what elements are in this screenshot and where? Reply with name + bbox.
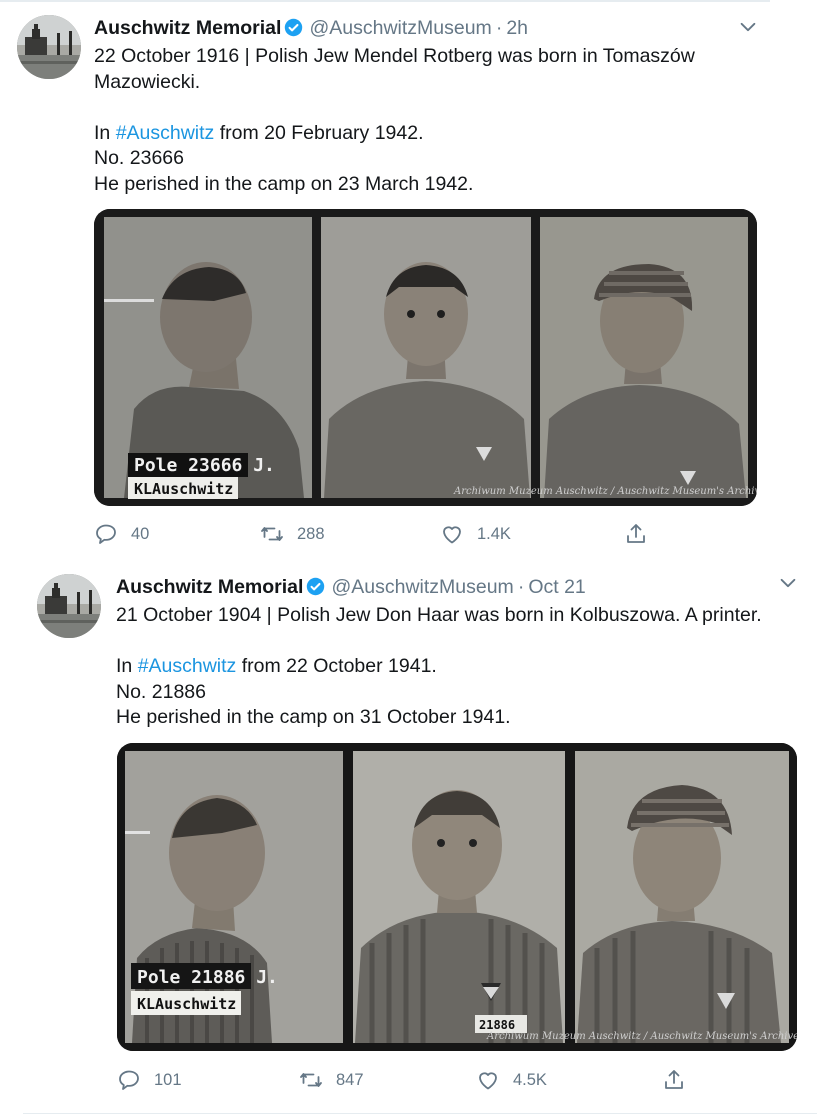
sign-top-text: Pole 23666 J. [134, 455, 275, 476]
uniform-number-tag: 21886 [479, 1018, 515, 1032]
sign-top-text: Pole 21886 J. [137, 967, 278, 988]
retweet-icon [261, 527, 283, 541]
share-button[interactable] [662, 1066, 686, 1094]
retweet-count: 288 [297, 524, 325, 543]
retweet-count: 847 [336, 1070, 364, 1089]
like-button[interactable]: 1.4K [440, 520, 511, 548]
like-button[interactable]: 4.5K [476, 1066, 547, 1094]
sign-bottom-text: KLAuschwitz [134, 480, 233, 498]
author-handle[interactable]: @AuschwitzMuseum [331, 576, 513, 598]
reply-button[interactable]: 101 [117, 1066, 182, 1094]
prisoner-number: No. 21886 [116, 680, 206, 703]
in-suffix: from 22 October 1941. [236, 655, 437, 677]
divider [0, 0, 770, 2]
in-prefix: In [94, 121, 116, 144]
tweet-text: 22 October 1916 | Polish Jew Mendel Rotb… [94, 44, 734, 197]
in-prefix: In [116, 655, 138, 677]
tweet-text-line: 21 October 1904 | Polish Jew Don Haar wa… [116, 604, 762, 626]
avatar[interactable] [37, 574, 101, 638]
photo-watermark: Archiwum Muzeum Auschwitz / Auschwitz Mu… [486, 1031, 797, 1042]
tweet[interactable]: Auschwitz Memorial @AuschwitzMuseum · 2h 22… [0, 0, 770, 558]
chevron-down-icon[interactable] [737, 16, 759, 38]
reply-count: 40 [131, 524, 150, 543]
hashtag-link[interactable]: #Auschwitz [138, 655, 237, 677]
perished-line: He perished in the camp on 23 March 1942… [94, 172, 474, 195]
tweet-text-line: 22 October 1916 | Polish Jew Mendel Rotb… [94, 45, 695, 93]
tweet-header: Auschwitz Memorial @AuschwitzMuseum · Oct 2… [116, 574, 586, 600]
tweet-header: Auschwitz Memorial @AuschwitzMuseum · 2h [94, 15, 528, 41]
verified-badge-icon [285, 18, 303, 37]
tweet[interactable]: Auschwitz Memorial @AuschwitzMuseum · Oct 2… [23, 560, 817, 1114]
chevron-down-icon[interactable] [777, 572, 799, 594]
separator: · [495, 17, 503, 39]
prisoner-number: No. 23666 [94, 147, 184, 169]
tweet-photo[interactable]: Pole 21886 J. KLAuschwitz 21886 Archiwum… [117, 743, 797, 1051]
photo-watermark: Archiwum Muzeum Auschwitz / Auschwitz Mu… [453, 486, 757, 497]
retweet-button[interactable]: 288 [260, 520, 325, 548]
verified-badge-icon [307, 577, 325, 596]
tweet-photo[interactable]: Pole 23666 J. KLAuschwitz Archiwum Muzeu… [94, 209, 757, 506]
author-handle[interactable]: @AuschwitzMuseum [309, 17, 491, 39]
in-suffix: from 20 February 1942. [214, 121, 424, 144]
sign-bottom-text: KLAuschwitz [137, 995, 236, 1013]
tweet-actions: 101 847 4.5K [117, 1066, 777, 1094]
reply-icon [96, 524, 116, 544]
reply-button[interactable]: 40 [94, 520, 149, 548]
share-icon [665, 1070, 683, 1089]
retweet-button[interactable]: 847 [299, 1066, 364, 1094]
retweet-icon [300, 1073, 322, 1087]
like-count: 1.4K [477, 524, 511, 543]
heart-icon [443, 526, 461, 544]
reply-count: 101 [154, 1070, 182, 1089]
avatar[interactable] [17, 15, 81, 79]
heart-icon [479, 1072, 497, 1090]
tweet-text: 21 October 1904 | Polish Jew Don Haar wa… [116, 603, 806, 731]
reply-icon [119, 1070, 139, 1090]
separator: · [517, 576, 525, 598]
like-count: 4.5K [513, 1070, 547, 1089]
perished-line: He perished in the camp on 31 October 19… [116, 706, 511, 728]
author-name[interactable]: Auschwitz Memorial [94, 17, 281, 39]
timestamp[interactable]: Oct 21 [528, 576, 585, 598]
share-button[interactable] [624, 520, 648, 548]
author-name[interactable]: Auschwitz Memorial [116, 576, 303, 598]
hashtag-link[interactable]: #Auschwitz [116, 122, 215, 144]
timestamp[interactable]: 2h [506, 17, 528, 39]
tweet-actions: 40 288 1.4K [94, 520, 734, 548]
share-icon [627, 524, 645, 543]
